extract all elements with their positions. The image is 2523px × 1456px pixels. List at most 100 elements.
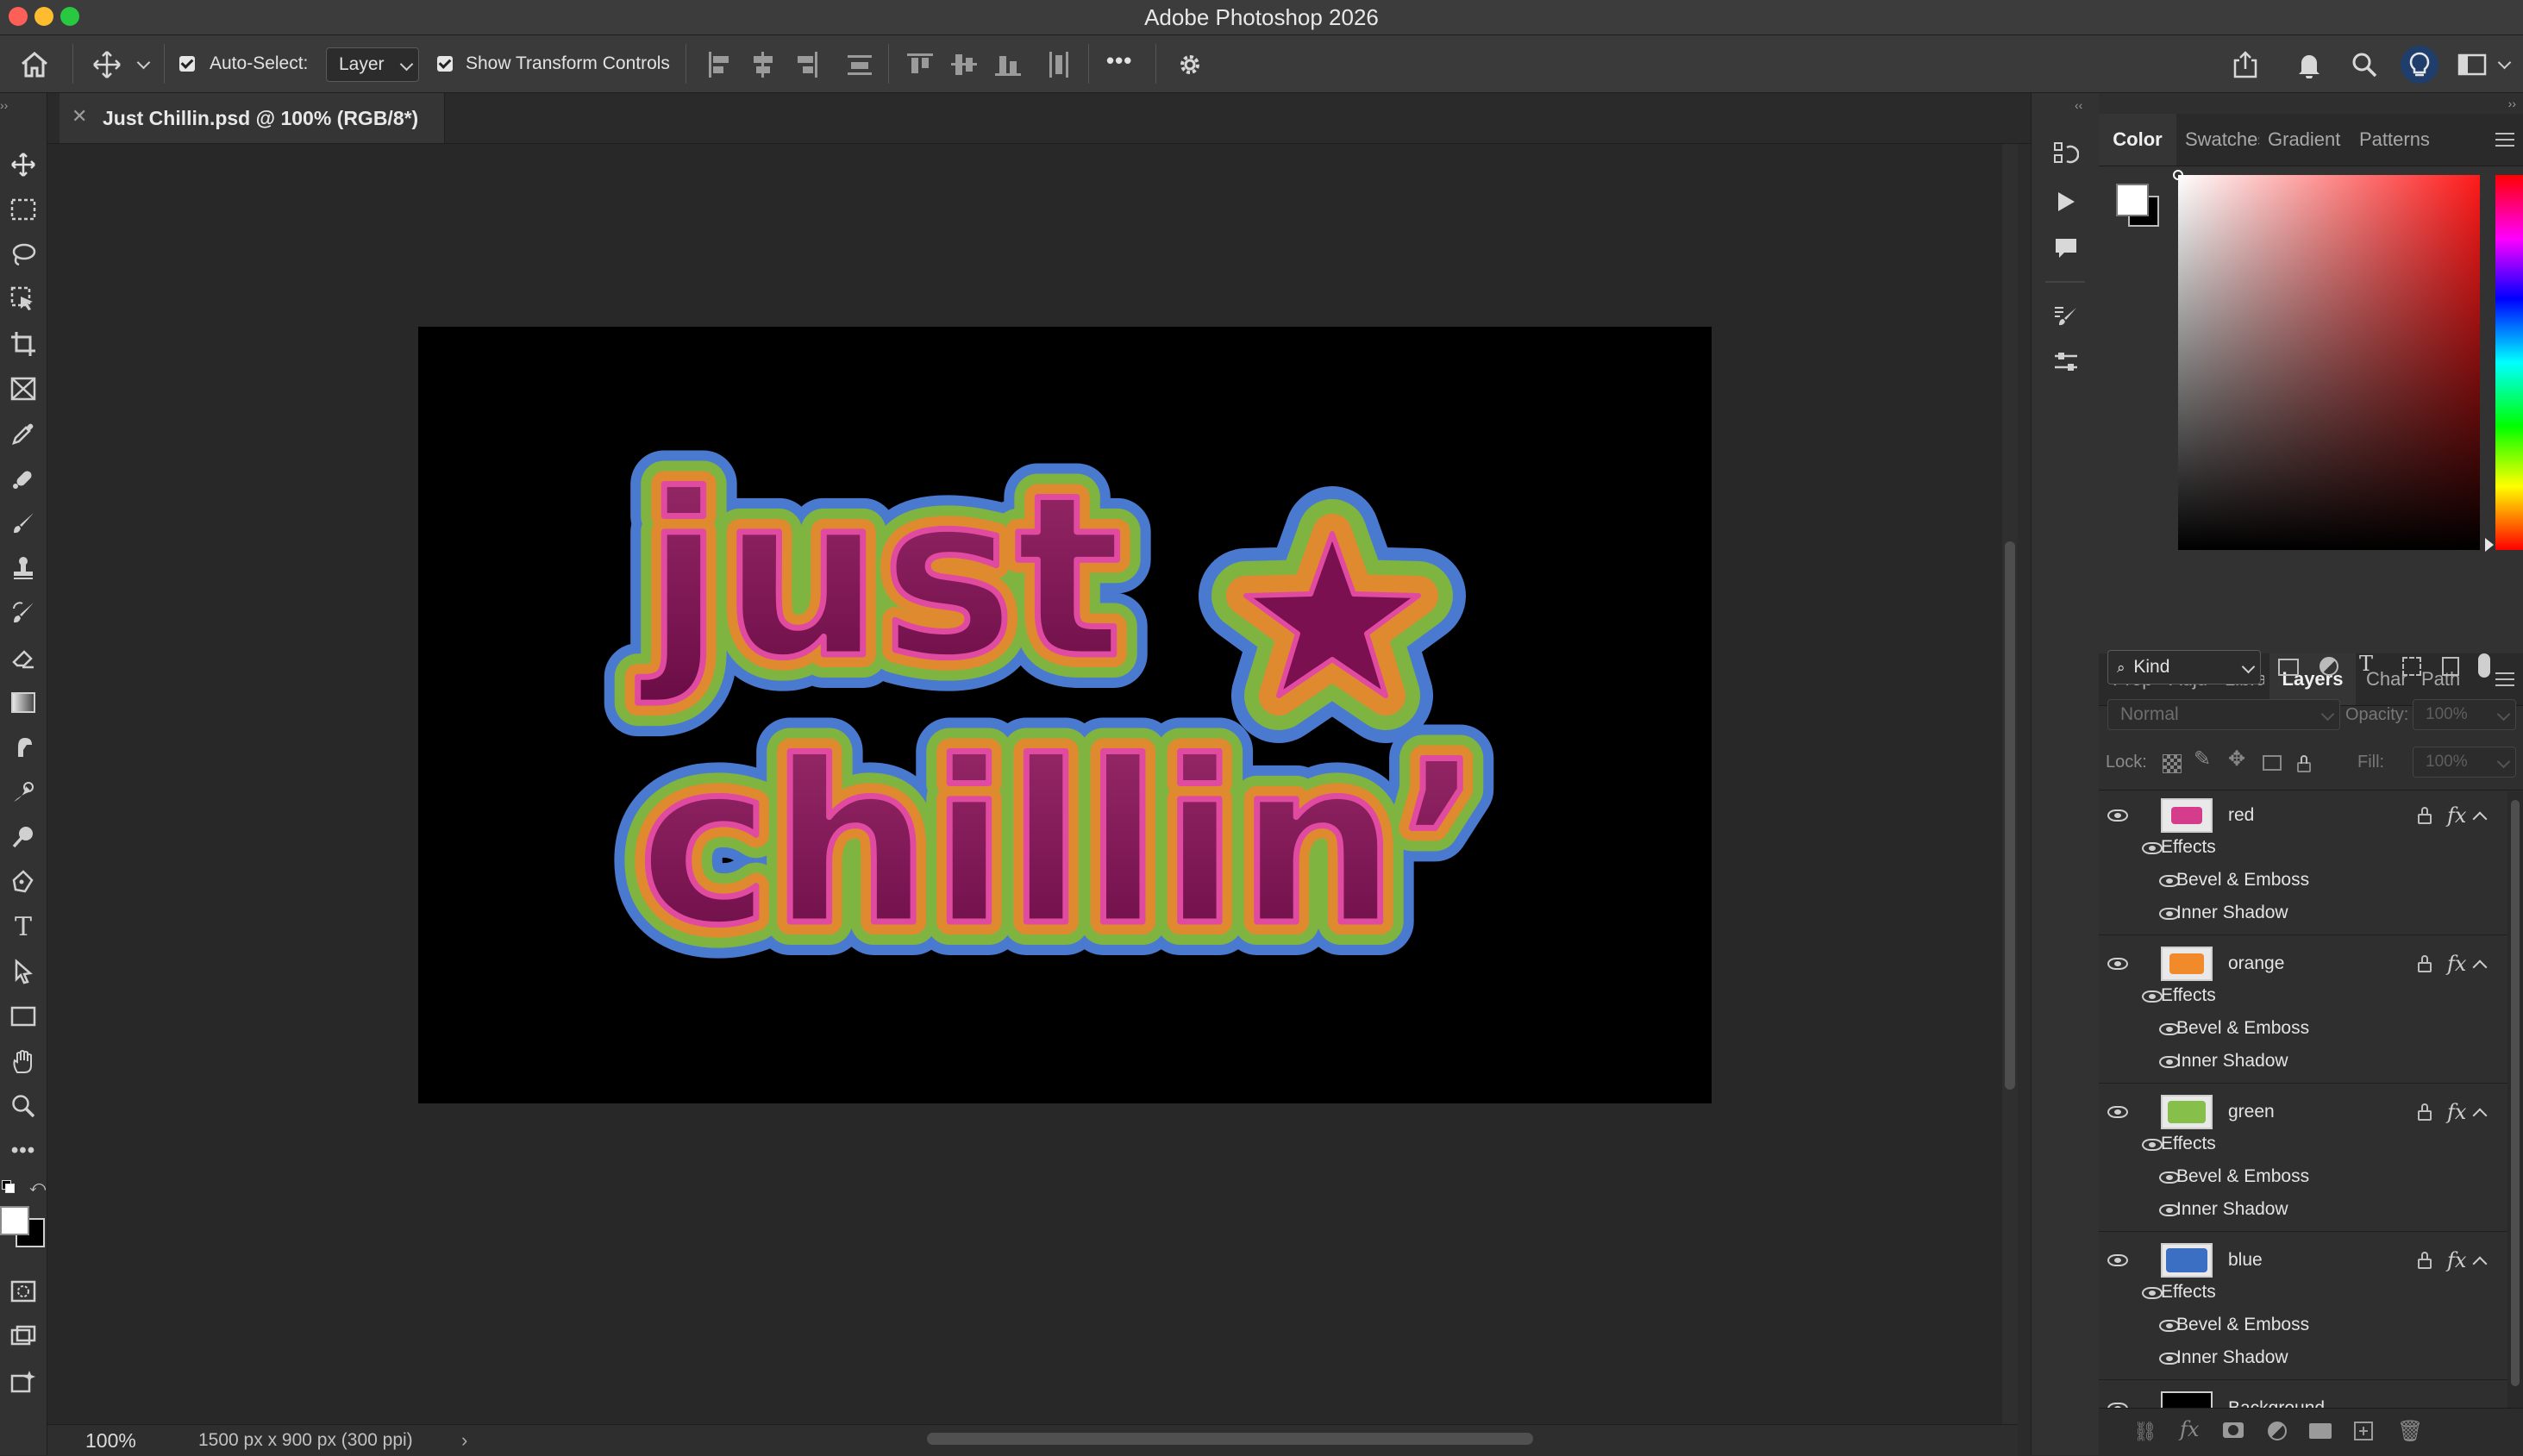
hue-slider[interactable] xyxy=(2495,175,2523,550)
lock-position-icon[interactable]: ✥ xyxy=(2228,747,2245,772)
align-horizontal-center-icon[interactable] xyxy=(751,52,775,78)
add-mask-icon[interactable] xyxy=(2223,1422,2244,1438)
visibility-eye-icon[interactable] xyxy=(2107,958,2128,970)
layer-effects-fx-icon[interactable]: fx xyxy=(2447,947,2466,981)
rectangle-tool-icon[interactable] xyxy=(8,1001,39,1032)
document-tab[interactable]: ✕ Just Chillin.psd @ 100% (RGB/8*) xyxy=(59,93,445,143)
burn-icon[interactable] xyxy=(8,822,39,853)
hand-tool-icon[interactable] xyxy=(8,1046,39,1077)
tab-patterns[interactable]: Patterns xyxy=(2359,114,2442,166)
color-field[interactable] xyxy=(2173,170,2480,550)
comments-icon[interactable] xyxy=(2049,231,2083,266)
effect-row[interactable]: Bevel & Emboss xyxy=(2099,1011,2495,1046)
filter-type-layers-icon[interactable]: T xyxy=(2359,652,2373,676)
effect-row[interactable]: Inner Shadow xyxy=(2099,1192,2495,1227)
layer-effects-fx-icon[interactable]: fx xyxy=(2447,798,2466,833)
layer-row[interactable]: Background xyxy=(2099,1391,2495,1408)
layer-name[interactable]: Background xyxy=(2228,1391,2325,1408)
horizontal-scrollbar-thumb[interactable] xyxy=(927,1433,1533,1445)
effects-visibility-eye-icon[interactable] xyxy=(2142,1139,2163,1151)
search-icon[interactable] xyxy=(2347,47,2382,82)
share-icon[interactable] xyxy=(2228,47,2263,82)
visibility-eye-icon[interactable] xyxy=(2107,1106,2128,1118)
history-brush-icon[interactable] xyxy=(8,597,39,628)
object-selection-icon[interactable] xyxy=(8,284,39,315)
zoom-level[interactable]: 100% xyxy=(85,1425,136,1456)
tab-swatches[interactable]: Swatches xyxy=(2185,114,2259,166)
foreground-color-swatch[interactable] xyxy=(0,1206,29,1235)
move-tool-icon[interactable] xyxy=(90,47,124,82)
crop-icon[interactable] xyxy=(8,328,39,359)
eraser-icon[interactable] xyxy=(8,642,39,673)
new-layer-icon[interactable] xyxy=(2354,1422,2373,1440)
lasso-icon[interactable] xyxy=(8,239,39,270)
new-adjustment-layer-icon[interactable] xyxy=(2268,1422,2287,1440)
effects-row[interactable]: Effects xyxy=(2099,1127,2495,1161)
workspace-layout-icon[interactable] xyxy=(2455,47,2489,82)
lock-image-pixels-icon[interactable]: ✎ xyxy=(2194,747,2211,772)
brush-settings-icon[interactable] xyxy=(2049,298,2083,333)
tool-preset-chevron-down-icon[interactable] xyxy=(135,55,152,73)
smudge-icon[interactable] xyxy=(8,732,39,763)
eyedropper-icon[interactable] xyxy=(8,418,39,449)
effects-row[interactable]: Effects xyxy=(2099,830,2495,865)
filter-shape-layers-icon[interactable] xyxy=(2402,657,2421,676)
effect-row[interactable]: Bevel & Emboss xyxy=(2099,1308,2495,1342)
fill-input[interactable]: 100% xyxy=(2413,747,2516,778)
collapse-toolbar-icon[interactable]: ›› xyxy=(0,98,8,112)
tab-gradient[interactable]: Gradient xyxy=(2268,114,2351,166)
layer-row[interactable]: red fx xyxy=(2099,798,2495,833)
quick-mask-icon[interactable] xyxy=(8,1276,39,1307)
lock-artboards-icon[interactable] xyxy=(2263,755,2282,771)
vertical-scrollbar-thumb[interactable] xyxy=(2005,541,2015,1090)
gear-icon[interactable] xyxy=(1174,49,1205,80)
actions-play-icon[interactable] xyxy=(2049,184,2083,219)
effects-visibility-eye-icon[interactable] xyxy=(2142,990,2163,1003)
close-document-icon[interactable]: ✕ xyxy=(72,105,87,128)
workspace-chevron-down-icon[interactable] xyxy=(2495,55,2513,73)
effect-row[interactable]: Bevel & Emboss xyxy=(2099,863,2495,897)
link-layers-icon[interactable]: ⛓ xyxy=(2133,1421,2157,1443)
layer-effects-fx-icon[interactable]: fx xyxy=(2447,1095,2466,1129)
swap-colors-icon[interactable]: ⤺ xyxy=(29,1178,46,1196)
layer-effects-fx-icon[interactable]: fx xyxy=(2447,1243,2466,1278)
more-options-icon[interactable]: ••• xyxy=(1106,47,1132,73)
delete-layer-trash-icon[interactable]: 🗑 xyxy=(2397,1419,2423,1444)
filter-pixel-layers-icon[interactable] xyxy=(2278,659,2299,676)
new-group-folder-icon[interactable] xyxy=(2309,1423,2332,1439)
auto-select-target-dropdown[interactable]: Layer xyxy=(326,47,419,82)
effects-visibility-eye-icon[interactable] xyxy=(2142,1287,2163,1299)
effects-row[interactable]: Effects xyxy=(2099,978,2495,1013)
add-layer-style-fx-icon[interactable]: fx xyxy=(2180,1417,2199,1441)
frame-tool-icon[interactable] xyxy=(8,373,39,404)
bell-icon[interactable] xyxy=(2292,47,2326,82)
lock-all-icon[interactable] xyxy=(2297,755,2311,772)
home-icon[interactable] xyxy=(17,47,52,82)
dodge-icon[interactable] xyxy=(8,777,39,808)
layer-name[interactable]: red xyxy=(2228,798,2254,833)
filter-smart-objects-icon[interactable] xyxy=(2442,657,2459,676)
collapse-effects-icon[interactable] xyxy=(2472,959,2488,975)
generative-fill-icon[interactable] xyxy=(8,1365,39,1397)
screen-mode-icon[interactable] xyxy=(8,1321,39,1352)
effects-visibility-eye-icon[interactable] xyxy=(2142,842,2163,854)
auto-select-checkbox[interactable] xyxy=(179,56,195,72)
lock-transparent-pixels-icon[interactable] xyxy=(2163,754,2182,773)
align-top-icon[interactable] xyxy=(907,52,933,78)
collapse-effects-icon[interactable] xyxy=(2472,811,2488,827)
align-left-icon[interactable] xyxy=(707,52,731,78)
layer-name[interactable]: green xyxy=(2228,1095,2275,1129)
align-vertical-center-icon[interactable] xyxy=(951,52,977,78)
layer-name[interactable]: orange xyxy=(2228,947,2284,981)
brush-icon[interactable] xyxy=(8,508,39,539)
blend-mode-dropdown[interactable]: Normal xyxy=(2107,699,2340,730)
distribute-horizontal-icon[interactable] xyxy=(1047,52,1071,78)
tab-color[interactable]: Color xyxy=(2099,114,2176,166)
type-tool-icon[interactable]: T xyxy=(8,911,39,942)
effects-row[interactable]: Effects xyxy=(2099,1275,2495,1309)
gradient-icon[interactable] xyxy=(8,687,39,718)
layers-scrollbar-thumb[interactable] xyxy=(2511,800,2520,1386)
clone-stamp-icon[interactable] xyxy=(8,553,39,584)
spot-healing-brush-icon[interactable] xyxy=(8,463,39,494)
zoom-tool-icon[interactable] xyxy=(8,1090,39,1122)
